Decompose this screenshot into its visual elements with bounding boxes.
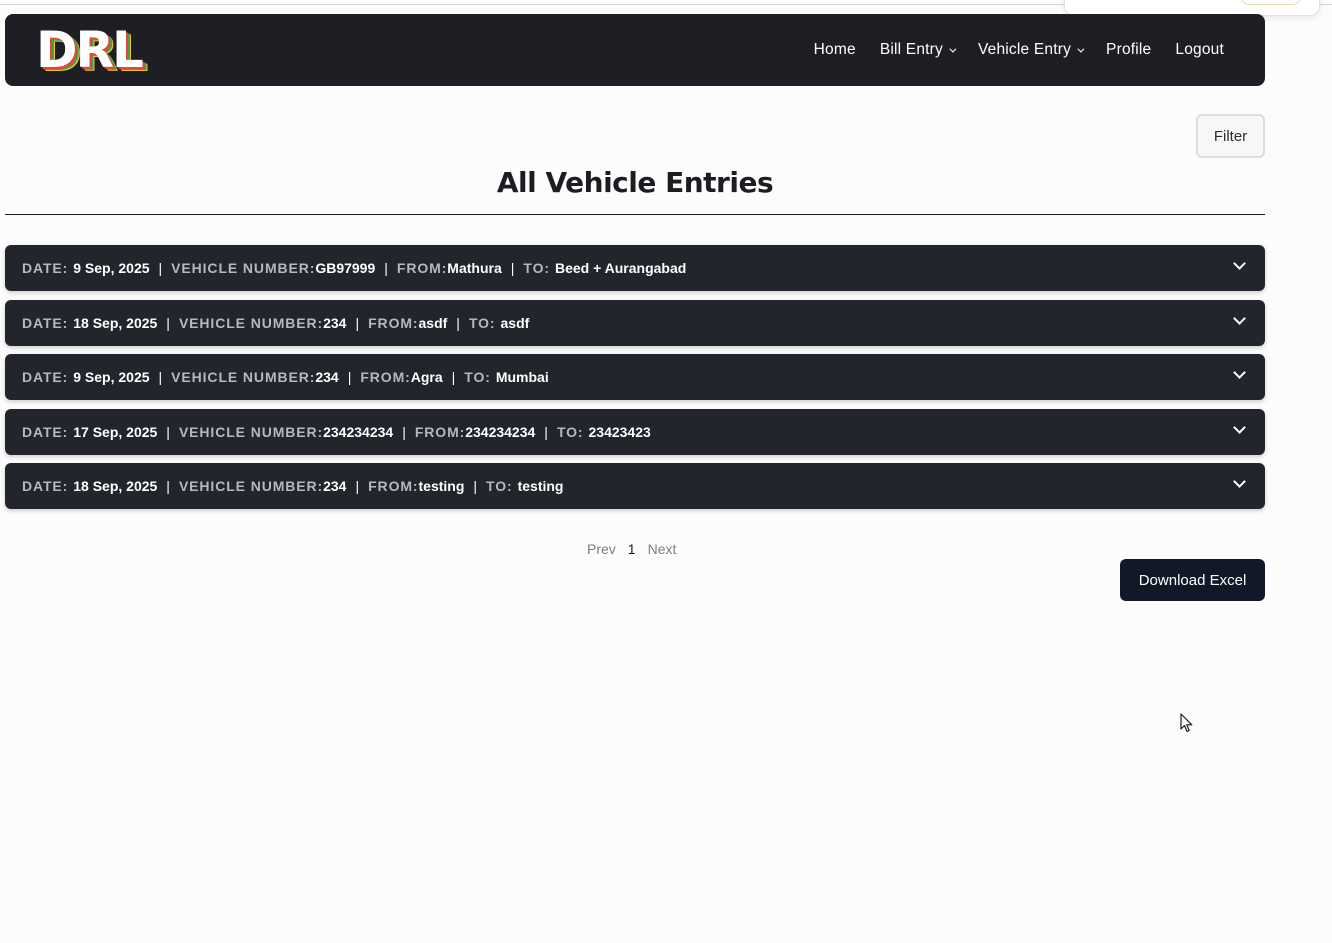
chevron-down-icon[interactable] (1233, 366, 1246, 379)
prev-page-link[interactable]: Prev (587, 541, 616, 557)
entry-to: 23423423 (588, 423, 651, 440)
separator: | (510, 260, 515, 276)
chevron-down-icon[interactable] (1233, 257, 1246, 270)
to-label: TO: (468, 314, 496, 331)
current-page[interactable]: 1 (628, 541, 636, 557)
nav-profile[interactable]: Profile (1106, 41, 1151, 59)
nav-menu: Home Bill Entry Vehicle Entry Profile Lo… (814, 14, 1224, 86)
entry-vehicle-number: GB97999 (315, 260, 376, 276)
drl-logo[interactable]: DRL (36, 22, 144, 78)
vehicle-entry-row[interactable]: DATE: 9 Sep, 2025 | VEHICLE NUMBER: 234 … (5, 354, 1265, 400)
nav-vehicle-entry[interactable]: Vehicle Entry (977, 41, 1085, 59)
vehicle-entries-list: DATE: 9 Sep, 2025 | VEHICLE NUMBER: GB97… (5, 245, 1265, 518)
entry-to: asdf (500, 314, 530, 331)
separator: | (451, 369, 456, 385)
separator: | (158, 369, 163, 385)
entry-from: Mathura (447, 260, 502, 276)
entry-from: Agra (410, 369, 443, 385)
entry-date: 18 Sep, 2025 (73, 478, 158, 494)
vehicle-number-label: VEHICLE NUMBER: (171, 260, 316, 276)
separator: | (402, 423, 406, 440)
nav-bill-entry[interactable]: Bill Entry (879, 41, 957, 59)
filter-button[interactable]: Filter (1196, 114, 1265, 158)
separator: | (355, 314, 360, 331)
separator: | (347, 369, 352, 385)
title-divider (5, 214, 1265, 215)
chevron-down-icon[interactable] (1233, 420, 1246, 434)
to-label: TO: (464, 369, 491, 385)
nav-vehicle-entry-label: Vehicle Entry (977, 41, 1072, 58)
pagination: Prev 1 Next (587, 541, 676, 557)
from-label: FROM: (414, 423, 466, 440)
entry-vehicle-number: 234 (323, 478, 347, 494)
to-label: TO: (556, 423, 584, 440)
mouse-cursor-icon (1180, 713, 1193, 733)
entry-date: 9 Sep, 2025 (73, 369, 150, 385)
entry-date: 18 Sep, 2025 (73, 314, 158, 331)
entry-from: testing (418, 478, 465, 494)
entry-date: 17 Sep, 2025 (73, 423, 158, 440)
entry-to: Beed + Aurangabad (554, 260, 687, 276)
chevron-down-icon[interactable] (1233, 311, 1246, 325)
separator: | (355, 478, 360, 494)
separator: | (384, 260, 388, 276)
entry-from: 234234234 (465, 423, 536, 440)
vehicle-entry-row[interactable]: DATE: 18 Sep, 2025 | VEHICLE NUMBER: 234… (5, 463, 1265, 509)
separator: | (158, 260, 163, 276)
date-label: DATE: (22, 260, 69, 276)
nav-logout[interactable]: Logout (1175, 41, 1224, 59)
nav-home[interactable]: Home (814, 41, 856, 59)
nav-home-label: Home (813, 41, 856, 58)
entry-to: testing (517, 478, 564, 494)
from-label: FROM: (360, 369, 411, 385)
date-label: DATE: (22, 478, 69, 494)
popup-pill[interactable] (1240, 0, 1302, 5)
to-label: TO: (486, 478, 513, 494)
vehicle-number-label: VEHICLE NUMBER: (178, 478, 324, 494)
to-label: TO: (523, 260, 550, 276)
nav-bill-entry-label: Bill Entry (879, 41, 943, 58)
entry-date: 9 Sep, 2025 (73, 260, 150, 276)
date-label: DATE: (22, 369, 69, 385)
separator: | (166, 314, 170, 331)
vehicle-number-label: VEHICLE NUMBER: (178, 423, 324, 440)
entry-vehicle-number: 234234234 (323, 423, 394, 440)
separator: | (473, 478, 478, 494)
vehicle-entry-row[interactable]: DATE: 18 Sep, 2025 | VEHICLE NUMBER: 234… (5, 299, 1265, 346)
vehicle-number-label: VEHICLE NUMBER: (178, 314, 324, 331)
separator: | (166, 478, 170, 494)
nav-profile-label: Profile (1106, 41, 1152, 58)
chevron-down-icon[interactable] (1233, 475, 1246, 488)
entry-vehicle-number: 234 (315, 369, 339, 385)
vehicle-entry-row[interactable]: DATE: 9 Sep, 2025 | VEHICLE NUMBER: GB97… (5, 245, 1265, 291)
separator: | (544, 423, 548, 440)
entry-from: asdf (418, 314, 448, 331)
entry-to: Mumbai (495, 369, 549, 385)
date-label: DATE: (22, 423, 69, 440)
navbar: DRL Home Bill Entry Vehicle Entry Profil… (5, 14, 1265, 86)
from-label: FROM: (368, 314, 419, 331)
entry-vehicle-number: 234 (323, 314, 347, 331)
separator: | (166, 423, 170, 440)
chevron-down-icon (1077, 45, 1085, 53)
vehicle-entry-row[interactable]: DATE: 17 Sep, 2025 | VEHICLE NUMBER: 234… (5, 408, 1265, 455)
vehicle-number-label: VEHICLE NUMBER: (171, 369, 316, 385)
chevron-down-icon (949, 45, 957, 53)
download-excel-button[interactable]: Download Excel (1120, 559, 1265, 601)
nav-logout-label: Logout (1175, 41, 1224, 58)
date-label: DATE: (22, 314, 69, 331)
page-title: All Vehicle Entries (496, 166, 774, 199)
from-label: FROM: (396, 260, 448, 276)
next-page-link[interactable]: Next (648, 541, 677, 557)
separator: | (456, 314, 460, 331)
from-label: FROM: (368, 478, 419, 494)
